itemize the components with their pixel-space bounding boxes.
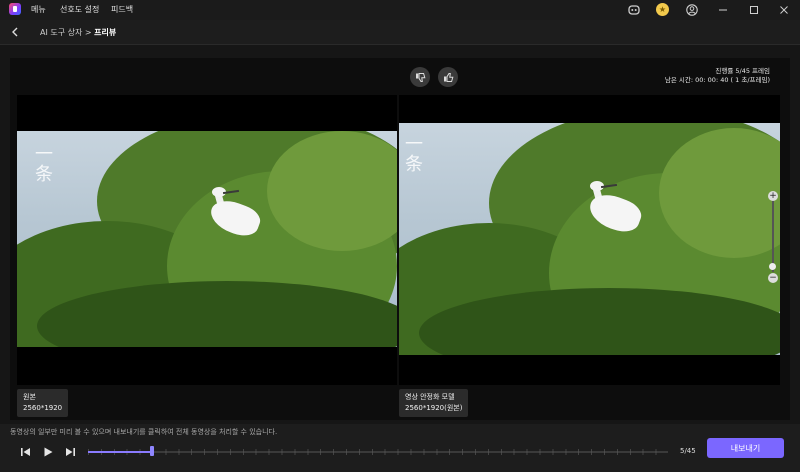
- breadcrumb-parent[interactable]: AI 도구 상자: [40, 28, 82, 37]
- zoom-slider-track[interactable]: [772, 197, 774, 272]
- original-title: 원본: [23, 393, 36, 401]
- stabilized-resolution: 2560*1920(원본): [405, 404, 463, 412]
- timeline-progress: [88, 451, 153, 453]
- thumbs-down-icon[interactable]: [410, 67, 430, 87]
- stabilized-frame: 一 条: [399, 123, 780, 355]
- previous-frame-icon[interactable]: [18, 445, 32, 459]
- close-icon[interactable]: [777, 3, 791, 17]
- nav-bar: [0, 20, 800, 45]
- breadcrumb-separator: >: [84, 28, 92, 37]
- breadcrumb-current: 프리뷰: [94, 28, 117, 37]
- zoom-slider-handle[interactable]: [769, 263, 776, 270]
- original-frame: 一 条: [17, 131, 397, 347]
- breadcrumb: AI 도구 상자 > 프리뷰: [40, 27, 116, 38]
- minimize-icon[interactable]: [716, 3, 730, 17]
- back-arrow-icon[interactable]: [8, 24, 22, 40]
- timeline-playhead[interactable]: [150, 446, 155, 456]
- timeline-ticks: [88, 449, 668, 455]
- play-icon[interactable]: [41, 445, 55, 459]
- watermark: 一 条: [35, 144, 53, 185]
- menu-item-preferences[interactable]: 선호도 설정: [60, 4, 99, 15]
- preview-hint: 동영상의 일부만 미리 볼 수 있으며 내보내기를 클릭하여 전체 동영상을 처…: [10, 428, 278, 436]
- export-button[interactable]: 내보내기: [707, 438, 784, 458]
- watermark: 一 条: [405, 134, 423, 175]
- app-logo-icon: [9, 3, 21, 15]
- frame-counter: 5/45: [680, 447, 696, 455]
- status-progress: 진행률 5/45 프레임: [715, 67, 770, 75]
- discord-icon[interactable]: [627, 3, 641, 17]
- original-resolution: 2560*1920: [23, 404, 63, 412]
- render-status: 진행률 5/45 프레임 남은 시간: 00: 00: 40 ( 1 초/프레임…: [640, 67, 770, 85]
- premium-icon[interactable]: ★: [656, 3, 669, 16]
- maximize-icon[interactable]: [747, 3, 761, 17]
- status-remaining-time: 남은 시간: 00: 00: 40 ( 1 초/프레임): [664, 76, 770, 84]
- zoom-out-icon[interactable]: −: [768, 273, 778, 283]
- menu-item-menu[interactable]: 메뉴: [31, 4, 46, 15]
- account-icon[interactable]: [685, 3, 699, 17]
- stabilized-title: 영상 안정화 모델: [405, 393, 455, 401]
- thumbs-up-icon[interactable]: [438, 67, 458, 87]
- next-frame-icon[interactable]: [63, 445, 77, 459]
- original-panel: 一 条: [17, 95, 397, 385]
- zoom-in-icon[interactable]: +: [768, 191, 778, 201]
- original-label: 원본 2560*1920: [17, 389, 69, 417]
- stabilized-label: 영상 안정화 모델 2560*1920(원본): [399, 389, 469, 417]
- stabilized-panel: 一 条: [399, 95, 780, 385]
- menu-item-feedback[interactable]: 피드백: [111, 4, 133, 15]
